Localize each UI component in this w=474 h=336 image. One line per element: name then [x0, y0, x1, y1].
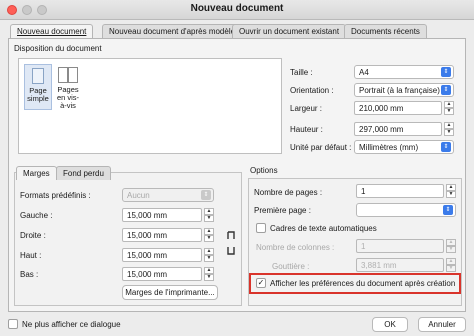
width-field[interactable]: 210,000 mm — [354, 101, 442, 115]
chevron-updown-icon: ⇕ — [441, 142, 451, 152]
tab-margins[interactable]: Marges — [16, 166, 57, 180]
top-margin-label: Haut : — [20, 251, 42, 260]
single-page-option[interactable]: Page simple — [24, 64, 52, 110]
default-unit-value: Millimètres (mm) — [359, 143, 419, 152]
preset-label: Formats prédéfinis : — [20, 191, 91, 200]
tab-label: Marges — [23, 169, 50, 178]
preset-dropdown[interactable]: Aucun ⇕ — [122, 188, 214, 202]
gutter-label: Gouttière : — [272, 262, 310, 271]
page-count-stepper[interactable]: ▲ ▼ — [446, 184, 456, 198]
size-dropdown[interactable]: A4 ⇕ — [354, 65, 454, 79]
columns-label: Nombre de colonnes : — [256, 243, 335, 252]
page-count-field[interactable]: 1 — [356, 184, 444, 198]
tab-label: Nouveau document — [17, 27, 87, 36]
right-margin-stepper[interactable]: ▲ ▼ — [204, 228, 214, 242]
top-margin-field[interactable]: 15,000 mm — [122, 248, 202, 262]
chevron-updown-icon: ⇕ — [443, 205, 453, 215]
top-margin-stepper[interactable]: ▲ ▼ — [204, 248, 214, 262]
right-margin-field[interactable]: 15,000 mm — [122, 228, 202, 242]
gutter-field[interactable]: 3,881 mm — [356, 258, 444, 272]
tab-label: Fond perdu — [63, 169, 104, 178]
first-page-label: Première page : — [254, 206, 311, 215]
facing-pages-label: Pages en vis-à-vis — [56, 85, 80, 110]
tab-label: Documents récents — [351, 27, 420, 36]
height-field[interactable]: 297,000 mm — [354, 122, 442, 136]
size-value: A4 — [359, 68, 369, 77]
layout-section-title: Disposition du document — [14, 44, 102, 53]
cancel-button[interactable]: Annuler — [418, 317, 466, 332]
left-margin-field[interactable]: 15,000 mm — [122, 208, 202, 222]
chevron-updown-icon: ⇕ — [201, 190, 211, 200]
chevron-updown-icon: ⇕ — [441, 67, 451, 77]
default-unit-dropdown[interactable]: Millimètres (mm) ⇕ — [354, 140, 454, 154]
columns-field[interactable]: 1 — [356, 239, 444, 253]
size-label: Taille : — [290, 68, 313, 77]
width-stepper[interactable]: ▲ ▼ — [444, 101, 454, 115]
show-preferences-label: Afficher les préférences du document apr… — [270, 279, 456, 288]
bottom-margin-field[interactable]: 15,000 mm — [122, 267, 202, 281]
chevron-updown-icon: ⇕ — [441, 85, 451, 95]
columns-stepper[interactable]: ▲ ▼ — [446, 239, 456, 253]
preset-value: Aucun — [127, 191, 150, 200]
left-margin-label: Gauche : — [20, 211, 53, 220]
height-label: Hauteur : — [290, 125, 323, 134]
auto-frames-checkbox[interactable] — [256, 223, 266, 233]
single-page-icon — [32, 68, 44, 84]
gutter-stepper[interactable]: ▲ ▼ — [446, 258, 456, 272]
tab-label: Ouvrir un document existant — [239, 27, 340, 36]
orientation-value: Portrait (à la française) — [359, 86, 440, 95]
window-title: Nouveau document — [190, 3, 284, 14]
facing-pages-option[interactable]: Pages en vis-à-vis — [54, 64, 82, 128]
tab-new-document[interactable]: Nouveau document — [10, 24, 94, 39]
auto-frames-label: Cadres de texte automatiques — [270, 224, 377, 233]
bottom-margin-label: Bas : — [20, 270, 39, 279]
orientation-dropdown[interactable]: Portrait (à la française) ⇕ — [354, 83, 454, 97]
single-page-label: Page simple — [27, 86, 49, 103]
show-preferences-checkbox[interactable]: ✓ — [256, 278, 266, 288]
first-page-dropdown[interactable]: ⇕ — [356, 203, 456, 217]
page-count-label: Nombre de pages : — [254, 188, 323, 197]
default-unit-label: Unité par défaut : — [290, 143, 352, 152]
bottom-margin-stepper[interactable]: ▲ ▼ — [204, 267, 214, 281]
link-margins-icon[interactable] — [226, 230, 236, 256]
tab-new-from-template[interactable]: Nouveau document d'après modèle — [102, 24, 243, 38]
orientation-label: Orientation : — [290, 86, 334, 95]
right-margin-label: Droite : — [20, 231, 46, 240]
ok-button[interactable]: OK — [372, 317, 408, 332]
width-label: Largeur : — [290, 104, 323, 113]
tab-label: Nouveau document d'après modèle — [109, 27, 236, 36]
left-margin-stepper[interactable]: ▲ ▼ — [204, 208, 214, 222]
tab-bleed[interactable]: Fond perdu — [56, 166, 111, 180]
tab-open-existing[interactable]: Ouvrir un document existant — [232, 24, 347, 38]
height-stepper[interactable]: ▲ ▼ — [444, 122, 454, 136]
options-title: Options — [250, 166, 278, 175]
dont-show-again-checkbox[interactable] — [8, 319, 18, 329]
printer-margins-button[interactable]: Marges de l'imprimante... — [122, 285, 218, 300]
facing-pages-icon — [58, 67, 78, 83]
tab-recent-documents[interactable]: Documents récents — [344, 24, 427, 38]
dont-show-again-label: Ne plus afficher ce dialogue — [22, 320, 121, 329]
